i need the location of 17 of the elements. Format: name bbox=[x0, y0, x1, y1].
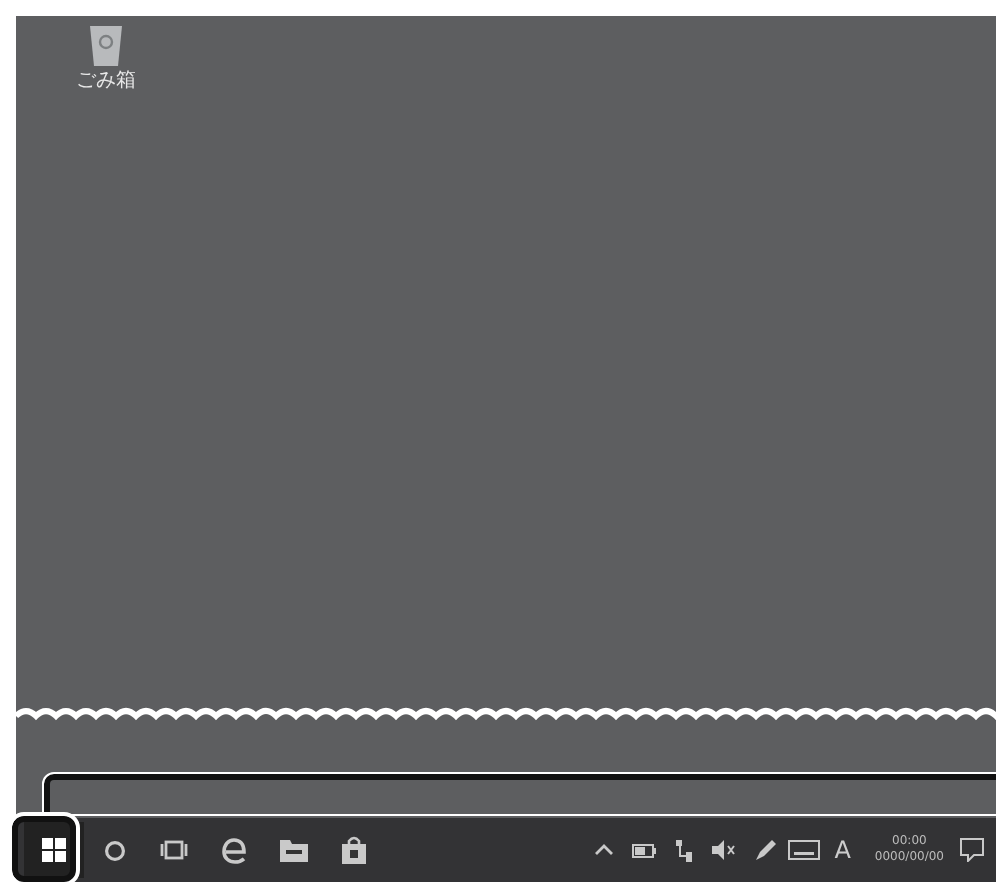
speaker-icon bbox=[712, 840, 737, 860]
network-icon bbox=[675, 839, 694, 861]
keyboard-icon bbox=[788, 840, 821, 860]
folder-icon bbox=[280, 838, 308, 862]
search-icon bbox=[103, 839, 125, 861]
task-view-icon bbox=[160, 840, 188, 860]
desktop-icon-label: ごみ箱 bbox=[76, 72, 136, 92]
windows-logo-icon bbox=[42, 838, 66, 862]
callout-frame bbox=[12, 816, 76, 882]
shopping-bag-icon bbox=[342, 836, 366, 864]
battery-icon bbox=[632, 843, 657, 857]
notification-icon[interactable] bbox=[960, 838, 984, 862]
chevron-up-icon bbox=[594, 844, 615, 856]
input-mode-indicator[interactable]: A bbox=[826, 836, 859, 864]
recycle-bin-icon[interactable] bbox=[88, 24, 124, 68]
browser-e-icon bbox=[222, 837, 246, 863]
pen-icon bbox=[753, 839, 776, 861]
